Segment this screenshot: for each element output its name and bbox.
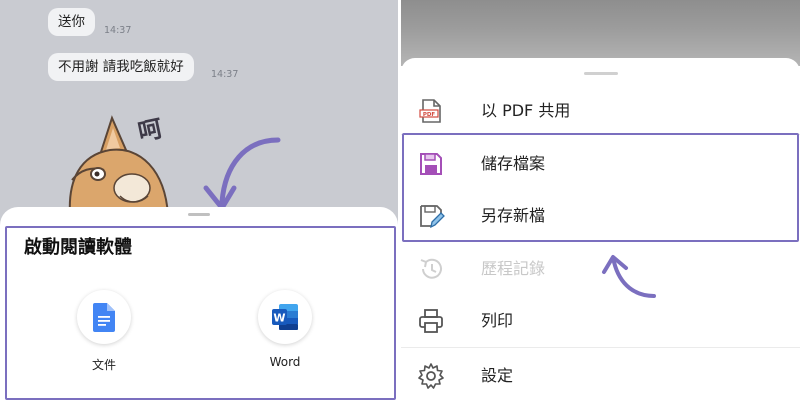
chat-timestamp: 14:37	[211, 69, 239, 80]
app-option-docs[interactable]	[77, 290, 131, 344]
menu-item-label: 列印	[481, 311, 514, 330]
sticker-text: 呵	[135, 114, 164, 146]
file-menu-screen: PDF 以 PDF 共用 儲存檔案 另存新檔 歷程記錄 列印 設定	[401, 0, 800, 405]
menu-item-share-pdf[interactable]: PDF 以 PDF 共用	[401, 84, 800, 138]
app-label-word: Word	[269, 355, 301, 369]
history-icon	[420, 258, 442, 279]
menu-divider	[401, 347, 800, 348]
menu-drag-handle[interactable]	[584, 72, 618, 75]
word-icon: W	[272, 304, 298, 330]
blurred-background	[401, 0, 800, 66]
chat-bubble[interactable]: 送你	[48, 8, 95, 36]
app-option-word[interactable]: W	[258, 290, 312, 344]
menu-item-settings[interactable]: 設定	[401, 349, 800, 403]
printer-icon	[419, 309, 443, 333]
chat-timestamp: 14:37	[104, 25, 132, 36]
menu-item-label: 設定	[481, 366, 514, 385]
chat-screen: 送你 14:37 不用謝 請我吃飯就好 14:37 呵 啟動閱讀軟體 文件 W …	[0, 0, 398, 405]
dog-sticker[interactable]: 呵	[40, 100, 210, 215]
chat-bubble[interactable]: 不用謝 請我吃飯就好	[48, 53, 194, 81]
chat-message-text: 不用謝 請我吃飯就好	[58, 59, 184, 75]
menu-item-label: 以 PDF 共用	[481, 101, 571, 120]
menu-item-label: 歷程記錄	[481, 259, 546, 278]
annotation-highlight-box	[402, 133, 799, 242]
pdf-share-icon: PDF	[419, 99, 441, 123]
svg-text:PDF: PDF	[423, 112, 436, 118]
app-label-docs: 文件	[91, 358, 116, 372]
svg-text:W: W	[273, 312, 285, 325]
sheet-title: 啟動閱讀軟體	[24, 237, 132, 258]
menu-item-print[interactable]: 列印	[401, 294, 800, 348]
gear-icon	[418, 363, 444, 389]
google-docs-icon	[93, 303, 115, 332]
sheet-drag-handle[interactable]	[188, 213, 210, 216]
chat-message-text: 送你	[58, 14, 85, 30]
